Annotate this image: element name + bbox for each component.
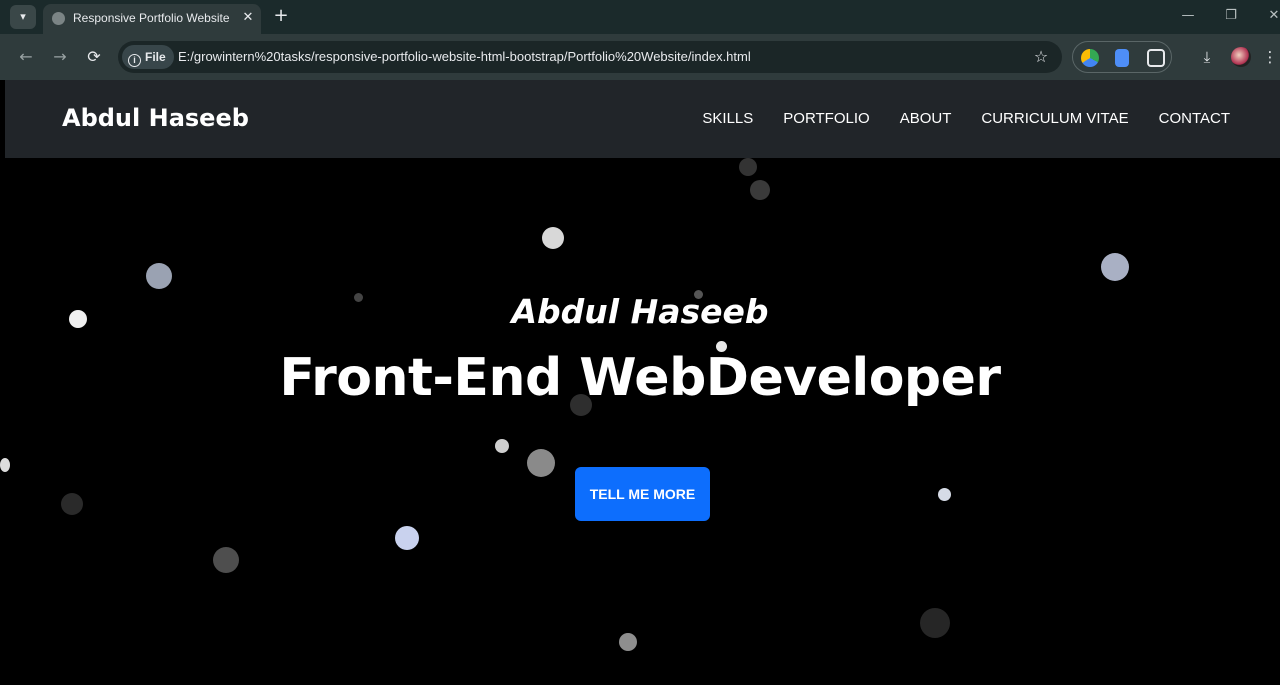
particle bbox=[213, 547, 239, 573]
file-label: File bbox=[145, 50, 166, 64]
menu-icon[interactable]: ⋮ bbox=[1262, 45, 1278, 69]
globe-icon bbox=[52, 12, 65, 25]
reload-icon[interactable]: ⟳ bbox=[82, 45, 106, 69]
particle bbox=[938, 488, 951, 501]
particle bbox=[0, 458, 10, 472]
new-tab-button[interactable]: + bbox=[270, 5, 292, 27]
address-bar[interactable]: i File E:/growintern%20tasks/responsive-p… bbox=[118, 41, 1062, 73]
forward-icon[interactable]: → bbox=[48, 45, 72, 69]
particle bbox=[739, 158, 757, 176]
tell-me-more-button[interactable]: TELL ME MORE bbox=[575, 467, 710, 521]
back-icon[interactable]: ← bbox=[14, 45, 38, 69]
particle bbox=[750, 180, 770, 200]
particle bbox=[395, 526, 419, 550]
nav-link-curriculum-vitae[interactable]: CURRICULUM VITAE bbox=[981, 110, 1128, 127]
browser-tab-bar: ▾ Responsive Portfolio Website | C ✕ + —… bbox=[0, 0, 1280, 34]
particle bbox=[619, 633, 637, 651]
particle bbox=[146, 263, 172, 289]
hero-title: Front-End WebDeveloper bbox=[279, 348, 1001, 408]
particle bbox=[61, 493, 83, 515]
nav-links: SKILLS PORTFOLIO ABOUT CURRICULUM VITAE … bbox=[672, 110, 1230, 127]
profile-avatar[interactable] bbox=[1231, 47, 1251, 67]
particle bbox=[920, 608, 950, 638]
puzzle-icon[interactable] bbox=[1147, 49, 1165, 67]
tab-close-icon[interactable]: ✕ bbox=[239, 9, 257, 27]
bookmark-star-icon[interactable]: ☆ bbox=[1030, 46, 1052, 68]
browser-tab[interactable]: Responsive Portfolio Website | C ✕ bbox=[43, 4, 261, 34]
particle bbox=[1101, 253, 1129, 281]
particle bbox=[542, 227, 564, 249]
tab-search-menu-icon[interactable]: ▾ bbox=[10, 5, 36, 29]
info-icon: i bbox=[128, 54, 141, 67]
page-viewport: Abdul Haseeb SKILLS PORTFOLIO ABOUT CURR… bbox=[0, 80, 1280, 685]
download-icon[interactable]: ⤓ bbox=[1195, 45, 1219, 69]
extensions-group bbox=[1072, 41, 1172, 73]
minimize-icon[interactable]: — bbox=[1176, 6, 1200, 26]
nav-link-skills[interactable]: SKILLS bbox=[702, 110, 753, 127]
extension-color-icon[interactable] bbox=[1081, 49, 1099, 67]
url-text[interactable]: E:/growintern%20tasks/responsive-portfol… bbox=[178, 49, 751, 64]
nav-link-portfolio[interactable]: PORTFOLIO bbox=[783, 110, 869, 127]
hero-subtitle: Abdul Haseeb bbox=[511, 292, 769, 331]
site-info-chip[interactable]: i File bbox=[122, 45, 174, 69]
nav-link-about[interactable]: ABOUT bbox=[900, 110, 952, 127]
tab-title: Responsive Portfolio Website | C bbox=[73, 11, 233, 25]
brand-logo[interactable]: Abdul Haseeb bbox=[62, 104, 249, 132]
close-window-icon[interactable]: ✕ bbox=[1262, 6, 1280, 26]
particle bbox=[527, 449, 555, 477]
nav-link-contact[interactable]: CONTACT bbox=[1159, 110, 1230, 127]
extension-docs-icon[interactable] bbox=[1115, 49, 1129, 67]
browser-toolbar: ← → ⟳ i File E:/growintern%20tasks/respon… bbox=[0, 34, 1280, 80]
restore-icon[interactable]: ❐ bbox=[1219, 6, 1243, 26]
site-navbar: Abdul Haseeb SKILLS PORTFOLIO ABOUT CURR… bbox=[5, 80, 1280, 158]
particle bbox=[495, 439, 509, 453]
